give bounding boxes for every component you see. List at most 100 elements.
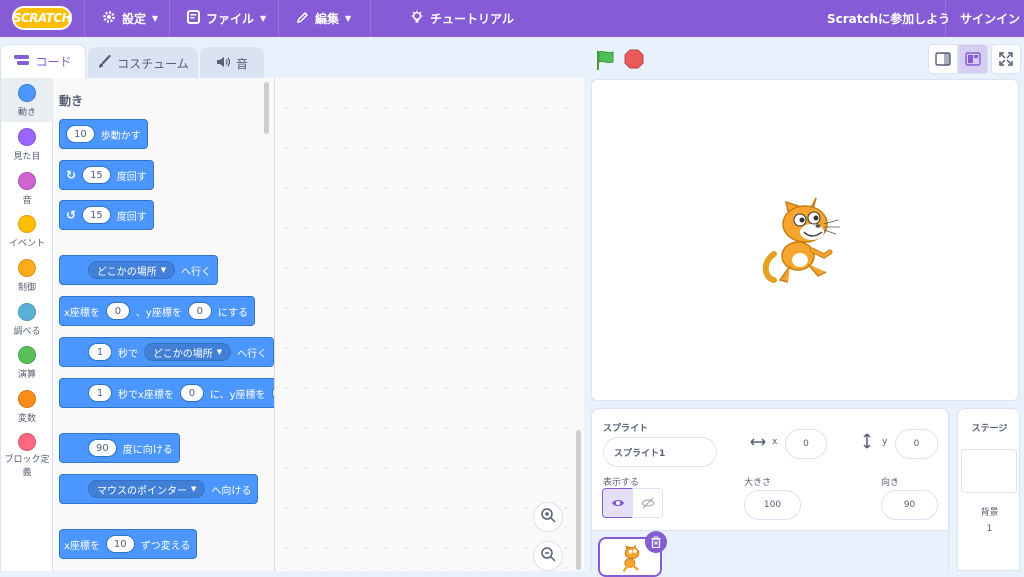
eye-slash-icon <box>640 497 655 509</box>
sprite-cat[interactable] <box>760 192 850 288</box>
x-change-input[interactable]: 10 <box>105 535 135 553</box>
target-dropdown[interactable]: どこかの場所 ▼ <box>144 343 232 361</box>
tab-costumes-label: コスチューム <box>117 56 189 71</box>
settings-menu[interactable]: 設定 ▼ <box>102 0 158 37</box>
block-text: 度に向ける <box>122 444 173 456</box>
tab-costumes[interactable]: コスチューム <box>88 47 198 78</box>
scratch-logo[interactable]: SCRATCH <box>12 6 72 30</box>
block-glide-xy[interactable]: 1 秒でx座標を 0 に、y座標を <box>59 378 274 408</box>
tab-sounds[interactable]: 音 <box>200 47 264 78</box>
category-my-blocks[interactable]: ブロック定義 <box>1 433 53 480</box>
delete-sprite-button[interactable] <box>645 531 667 553</box>
block-point-towards[interactable]: マウスのポインター ▼ へ向ける <box>59 474 259 504</box>
category-control[interactable]: 制御 <box>1 259 53 293</box>
join-label: Scratchに参加しよう <box>827 12 951 26</box>
degrees-input[interactable]: 15 <box>82 166 111 184</box>
target-dropdown[interactable]: どこかの場所 ▼ <box>88 261 176 279</box>
tab-code[interactable]: コード <box>0 44 86 78</box>
block-text: にする <box>217 307 248 319</box>
fullscreen-button[interactable] <box>991 44 1021 74</box>
edit-menu[interactable]: 編集 ▼ <box>296 0 351 37</box>
degrees-input[interactable]: 15 <box>82 206 111 224</box>
category-dot <box>18 390 36 408</box>
chevron-down-icon: ▼ <box>260 14 267 23</box>
menu-divider <box>370 0 371 37</box>
zoom-in-button[interactable] <box>533 502 563 532</box>
stage-selector-pane[interactable]: ステージ 背景 1 <box>957 408 1020 571</box>
rotate-left-icon: ↺ <box>66 208 77 222</box>
small-stage-button[interactable] <box>928 44 958 74</box>
gear-icon <box>102 10 116 27</box>
category-label: 見た目 <box>13 152 41 162</box>
stage-thumbnail[interactable] <box>961 449 1017 493</box>
zoom-out-button[interactable] <box>533 541 563 571</box>
sprite-name-input[interactable]: スプライト1 <box>603 437 717 467</box>
tutorial-label: チュートリアル <box>430 12 514 26</box>
file-menu[interactable]: ファイル ▼ <box>187 0 266 37</box>
stage-canvas[interactable] <box>591 79 1019 401</box>
direction-input[interactable]: 90 <box>88 439 117 457</box>
category-label: 制御 <box>17 283 36 293</box>
tutorial-button[interactable]: チュートリアル <box>410 0 514 37</box>
block-goto-xy[interactable]: x座標を 0 、y座標を 0 にする <box>59 296 255 326</box>
show-sprite-button[interactable] <box>602 488 633 518</box>
chevron-down-icon: ▼ <box>152 14 159 23</box>
block-glide[interactable]: 1 秒で どこかの場所 ▼ へ行く <box>59 337 274 367</box>
seconds-input[interactable]: 1 <box>88 384 112 402</box>
hide-sprite-button[interactable] <box>632 488 663 518</box>
menu-divider <box>84 0 85 37</box>
category-dot <box>18 303 36 321</box>
block-move-steps[interactable]: 10 歩動かす <box>59 119 148 149</box>
block-point-direction[interactable]: 90 度に向ける <box>59 433 180 463</box>
stop-icon <box>624 49 644 69</box>
eye-icon <box>611 500 624 506</box>
seconds-input[interactable]: 1 <box>88 343 112 361</box>
signin-link[interactable]: サインイン <box>960 0 1020 37</box>
block-change-x[interactable]: x座標を 10 ずつ変える <box>59 529 198 559</box>
category-events[interactable]: イベント <box>1 215 53 249</box>
lightbulb-icon <box>410 10 424 28</box>
category-operators[interactable]: 演算 <box>1 346 53 380</box>
block-text: へ向ける <box>211 485 252 497</box>
show-label: 表示する <box>603 478 640 488</box>
speaker-icon <box>216 56 231 71</box>
block-text: に、y座標を <box>209 389 266 401</box>
category-label: 演算 <box>17 370 36 380</box>
category-looks[interactable]: 見た目 <box>1 128 53 162</box>
editor-tabs: コード コスチューム 音 <box>0 44 270 78</box>
y-position-input[interactable]: 0 <box>895 429 938 459</box>
tab-code-label: コード <box>35 55 72 69</box>
block-turn-right[interactable]: ↻ 15 度回す <box>59 160 154 190</box>
steps-input[interactable]: 10 <box>66 125 95 143</box>
size-input[interactable]: 100 <box>744 490 801 520</box>
x-input[interactable]: 0 <box>105 302 130 320</box>
stop-button[interactable] <box>624 49 644 69</box>
category-sensing[interactable]: 調べる <box>1 303 53 337</box>
vertical-arrows-icon <box>862 433 872 452</box>
category-motion[interactable]: 動き <box>1 78 53 122</box>
direction-input[interactable]: 90 <box>881 490 938 520</box>
y-input[interactable]: 0 <box>187 302 212 320</box>
category-sound[interactable]: 音 <box>1 172 53 206</box>
block-turn-left[interactable]: ↺ 15 度回す <box>59 200 154 230</box>
x-position-input[interactable]: 0 <box>785 429 827 459</box>
script-scrollbar[interactable] <box>576 430 581 570</box>
x-input[interactable]: 0 <box>179 384 204 402</box>
block-text: x座標を <box>64 540 100 552</box>
block-goto[interactable]: どこかの場所 ▼ へ行く <box>59 255 219 285</box>
chevron-down-icon: ▼ <box>216 348 223 356</box>
category-variables[interactable]: 変数 <box>1 390 53 424</box>
file-icon <box>187 10 200 27</box>
large-stage-icon <box>965 52 981 66</box>
block-text: 度回す <box>116 171 147 183</box>
large-stage-button[interactable] <box>958 44 988 74</box>
target-dropdown[interactable]: マウスのポインター ▼ <box>88 480 206 498</box>
green-flag-button[interactable] <box>595 49 617 71</box>
y-input[interactable] <box>271 384 274 402</box>
join-scratch-link[interactable]: Scratchに参加しよう <box>827 0 950 37</box>
size-label: 大きさ <box>744 478 772 488</box>
block-palette: 動き 10 歩動かす ↻ 15 度回す ↺ 15 度回す どこかの場所 ▼ へ行く… <box>53 78 275 571</box>
y-label: y <box>882 437 888 447</box>
palette-scrollbar[interactable] <box>264 82 269 134</box>
script-area[interactable] <box>276 78 584 571</box>
